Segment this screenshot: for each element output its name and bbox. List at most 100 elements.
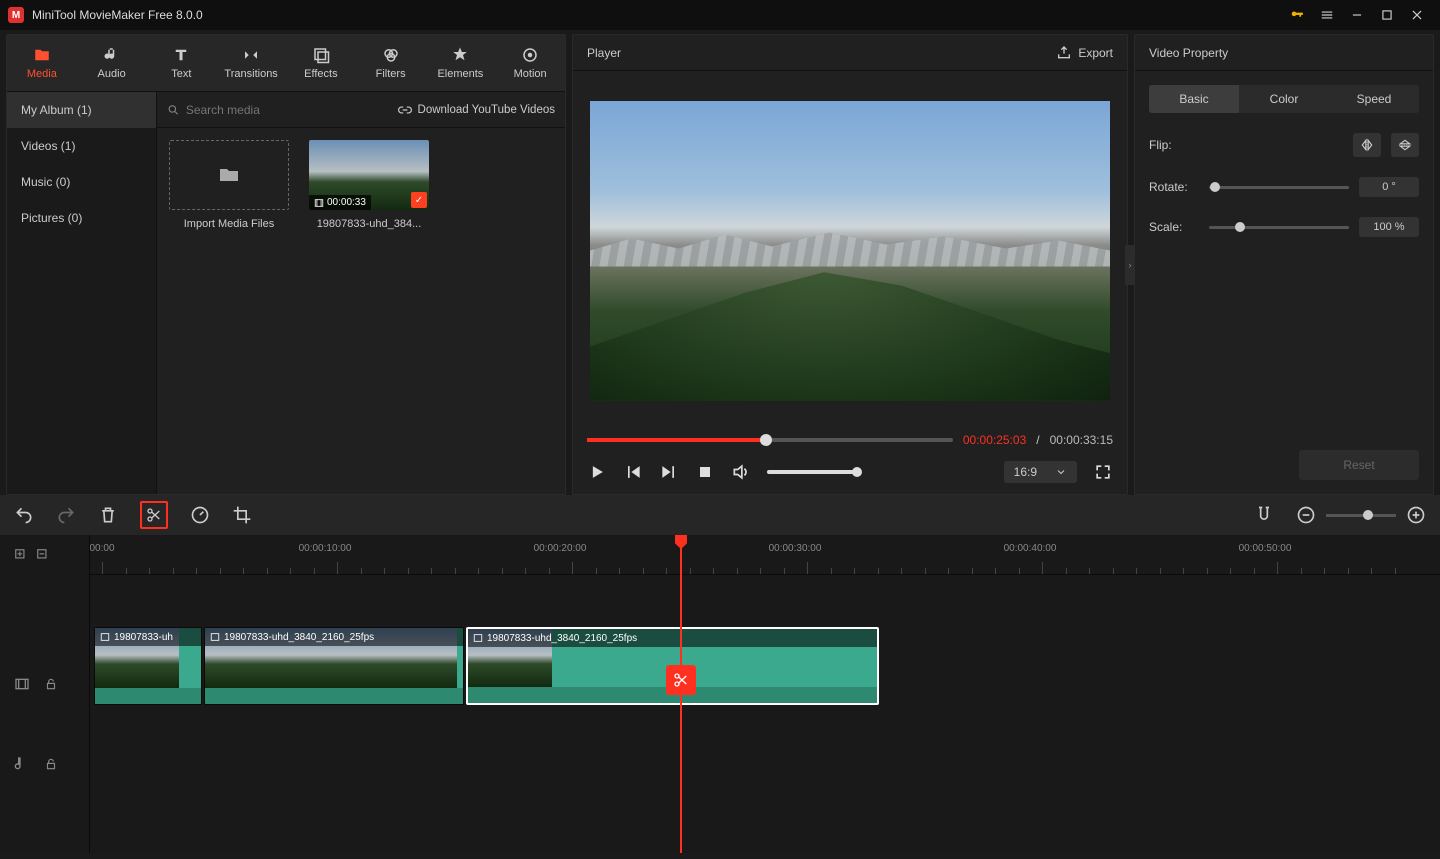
reset-button[interactable]: Reset xyxy=(1299,450,1419,480)
scale-value[interactable]: 100 % xyxy=(1359,217,1419,237)
properties-pane: › Video Property Basic Color Speed Flip:… xyxy=(1134,34,1434,495)
rotate-label: Rotate: xyxy=(1149,180,1199,194)
ribbon-effects[interactable]: Effects xyxy=(286,35,356,91)
ribbon-transitions[interactable]: Transitions xyxy=(216,35,286,91)
download-youtube-label: Download YouTube Videos xyxy=(418,104,555,116)
split-button[interactable] xyxy=(140,501,168,529)
zoom-in-button[interactable] xyxy=(1406,505,1426,525)
play-button[interactable] xyxy=(587,462,607,482)
app-icon: M xyxy=(8,7,24,23)
search-input[interactable] xyxy=(186,103,392,117)
sidebar-item-music[interactable]: Music (0) xyxy=(7,164,156,200)
ribbon-label: Effects xyxy=(304,68,337,80)
properties-title: Video Property xyxy=(1149,46,1228,60)
crop-button[interactable] xyxy=(232,505,252,525)
upgrade-key-icon[interactable] xyxy=(1282,0,1312,30)
next-button[interactable] xyxy=(659,462,679,482)
tab-color[interactable]: Color xyxy=(1239,85,1329,113)
sidebar-item-myalbum[interactable]: My Album (1) xyxy=(7,92,156,128)
preview-viewport[interactable] xyxy=(573,71,1127,430)
fullscreen-button[interactable] xyxy=(1093,462,1113,482)
timeline-ruler[interactable]: 00:00 00:00:10:00 00:00:20:00 00:00:30:0… xyxy=(90,535,1440,575)
close-button[interactable] xyxy=(1402,0,1432,30)
volume-icon[interactable] xyxy=(731,462,751,482)
sidebar-item-pictures[interactable]: Pictures (0) xyxy=(7,200,156,236)
hamburger-menu-icon[interactable] xyxy=(1312,0,1342,30)
player-controls: 16:9 xyxy=(573,450,1127,494)
ribbon-elements[interactable]: Elements xyxy=(426,35,496,91)
zoom-out-button[interactable] xyxy=(1296,505,1316,525)
export-label: Export xyxy=(1078,46,1113,60)
timeline-zoom xyxy=(1296,505,1426,525)
add-track-icon[interactable] xyxy=(14,548,28,562)
player-pane: Player Export 00:00:25:03 / 00:00:33:15 … xyxy=(572,34,1128,495)
stop-button[interactable] xyxy=(695,462,715,482)
snap-toggle[interactable] xyxy=(1254,505,1274,525)
ribbon-label: Audio xyxy=(98,68,126,80)
ribbon-label: Text xyxy=(171,68,191,80)
lock-icon[interactable] xyxy=(44,677,58,691)
preview-image xyxy=(590,101,1110,401)
download-youtube-link[interactable]: Download YouTube Videos xyxy=(398,103,555,117)
ruler-tick: 00:00:40:00 xyxy=(1004,543,1057,554)
scale-label: Scale: xyxy=(1149,220,1199,234)
timeline-clip[interactable]: 19807833-uhd_3840_2160_25fps xyxy=(204,627,464,705)
timeline: 00:00 00:00:10:00 00:00:20:00 00:00:30:0… xyxy=(0,495,1440,853)
split-indicator-icon[interactable] xyxy=(666,665,696,695)
export-button[interactable]: Export xyxy=(1056,45,1113,61)
rotate-slider[interactable] xyxy=(1209,186,1349,189)
collapse-properties-handle[interactable]: › xyxy=(1125,245,1135,285)
ribbon-audio[interactable]: Audio xyxy=(77,35,147,91)
chevron-down-icon xyxy=(1055,466,1067,478)
aspect-ratio-dropdown[interactable]: 16:9 xyxy=(1004,461,1077,483)
aspect-ratio-value: 16:9 xyxy=(1014,465,1037,479)
property-tabs: Basic Color Speed xyxy=(1149,85,1419,113)
timeline-gutter xyxy=(0,535,90,853)
film-icon xyxy=(100,632,110,642)
redo-button[interactable] xyxy=(56,505,76,525)
undo-button[interactable] xyxy=(14,505,34,525)
flip-horizontal-button[interactable] xyxy=(1353,133,1381,157)
ribbon-media[interactable]: Media xyxy=(7,35,77,91)
media-pane: Media Audio Text Transitions Effects Fil… xyxy=(6,34,566,495)
import-media-button[interactable]: Import Media Files xyxy=(169,140,289,230)
seek-bar[interactable]: 00:00:25:03 / 00:00:33:15 xyxy=(573,430,1127,450)
lock-icon[interactable] xyxy=(44,757,58,771)
maximize-button[interactable] xyxy=(1372,0,1402,30)
flip-vertical-button[interactable] xyxy=(1391,133,1419,157)
sidebar-item-videos[interactable]: Videos (1) xyxy=(7,128,156,164)
zoom-slider[interactable] xyxy=(1326,514,1396,517)
speed-button[interactable] xyxy=(190,505,210,525)
media-clip[interactable]: 00:00:33 ✓ 19807833-uhd_384... xyxy=(309,140,429,230)
volume-slider[interactable] xyxy=(767,470,857,474)
export-icon xyxy=(1056,45,1072,61)
timeline-tracks[interactable]: 00:00 00:00:10:00 00:00:20:00 00:00:30:0… xyxy=(90,535,1440,853)
ribbon-label: Media xyxy=(27,68,57,80)
ribbon: Media Audio Text Transitions Effects Fil… xyxy=(7,35,565,92)
ribbon-text[interactable]: Text xyxy=(147,35,217,91)
remove-track-icon[interactable] xyxy=(36,548,50,562)
search-icon xyxy=(167,103,180,117)
ruler-tick: 00:00:30:00 xyxy=(769,543,822,554)
ruler-tick: 00:00 xyxy=(90,543,115,554)
search-media[interactable] xyxy=(167,103,392,117)
ribbon-motion[interactable]: Motion xyxy=(495,35,565,91)
media-sidebar: My Album (1) Videos (1) Music (0) Pictur… xyxy=(7,92,157,494)
prev-button[interactable] xyxy=(623,462,643,482)
import-media-label: Import Media Files xyxy=(184,218,274,230)
tab-speed[interactable]: Speed xyxy=(1329,85,1419,113)
tab-basic[interactable]: Basic xyxy=(1149,85,1239,113)
time-current: 00:00:25:03 xyxy=(963,433,1026,447)
delete-button[interactable] xyxy=(98,505,118,525)
flip-label: Flip: xyxy=(1149,138,1199,152)
timeline-clip[interactable]: 19807833-uh xyxy=(94,627,202,705)
video-track[interactable]: 19807833-uh 19807833-uhd_3840_2160_25fps… xyxy=(90,627,1440,707)
audio-track[interactable] xyxy=(90,727,1440,767)
film-icon xyxy=(210,632,220,642)
ribbon-label: Motion xyxy=(514,68,547,80)
minimize-button[interactable] xyxy=(1342,0,1372,30)
video-track-icon xyxy=(14,676,30,692)
ribbon-filters[interactable]: Filters xyxy=(356,35,426,91)
scale-slider[interactable] xyxy=(1209,226,1349,229)
rotate-value[interactable]: 0 ° xyxy=(1359,177,1419,197)
